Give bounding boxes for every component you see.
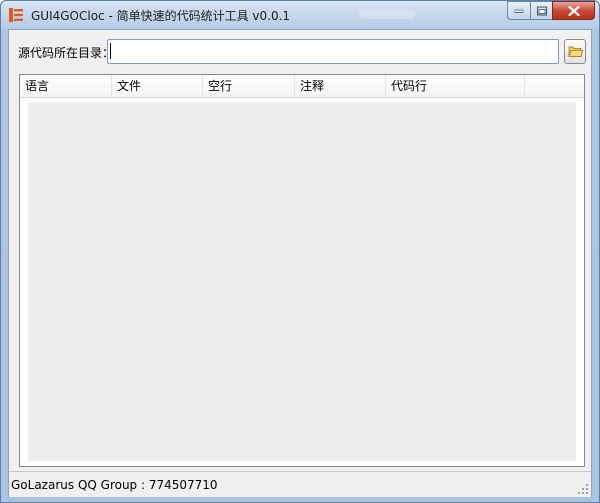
table-body xyxy=(28,102,576,461)
close-icon xyxy=(568,5,579,16)
app-window: GUI4GOCloc - 简单快速的代码统计工具 v0.0.1 源代码所在目录： xyxy=(0,0,600,503)
close-button[interactable] xyxy=(552,1,595,20)
table-header: 语言 文件 空行 注释 代码行 xyxy=(20,75,584,98)
client-area: 源代码所在目录： 语言 文件 空行 注释 代码行 GoLazarus QQ Gr… xyxy=(8,29,592,497)
column-header-filler xyxy=(525,75,584,97)
minimize-icon xyxy=(514,9,524,13)
source-dir-label: 源代码所在目录： xyxy=(18,46,115,60)
app-logo-icon[interactable] xyxy=(9,8,23,22)
column-header-language[interactable]: 语言 xyxy=(20,75,112,97)
status-text: GoLazarus QQ Group : 774507710 xyxy=(11,478,218,492)
folder-open-icon xyxy=(568,46,583,57)
text-caret xyxy=(110,43,111,59)
minimize-button[interactable] xyxy=(507,1,530,20)
status-bar: GoLazarus QQ Group : 774507710 xyxy=(9,471,591,497)
column-header-files[interactable]: 文件 xyxy=(112,75,203,97)
resize-grip-icon[interactable] xyxy=(578,484,589,495)
source-dir-input[interactable] xyxy=(107,39,559,64)
column-header-code[interactable]: 代码行 xyxy=(386,75,525,97)
maximize-button[interactable] xyxy=(530,1,552,20)
results-table[interactable]: 语言 文件 空行 注释 代码行 xyxy=(19,74,585,467)
column-header-blank[interactable]: 空行 xyxy=(203,75,295,97)
maximize-icon xyxy=(536,6,547,15)
title-bar-reflection xyxy=(359,10,415,19)
window-title: GUI4GOCloc - 简单快速的代码统计工具 v0.0.1 xyxy=(31,9,291,23)
title-bar[interactable]: GUI4GOCloc - 简单快速的代码统计工具 v0.0.1 xyxy=(1,1,599,29)
browse-folder-button[interactable] xyxy=(564,39,586,64)
column-header-comment[interactable]: 注释 xyxy=(295,75,386,97)
